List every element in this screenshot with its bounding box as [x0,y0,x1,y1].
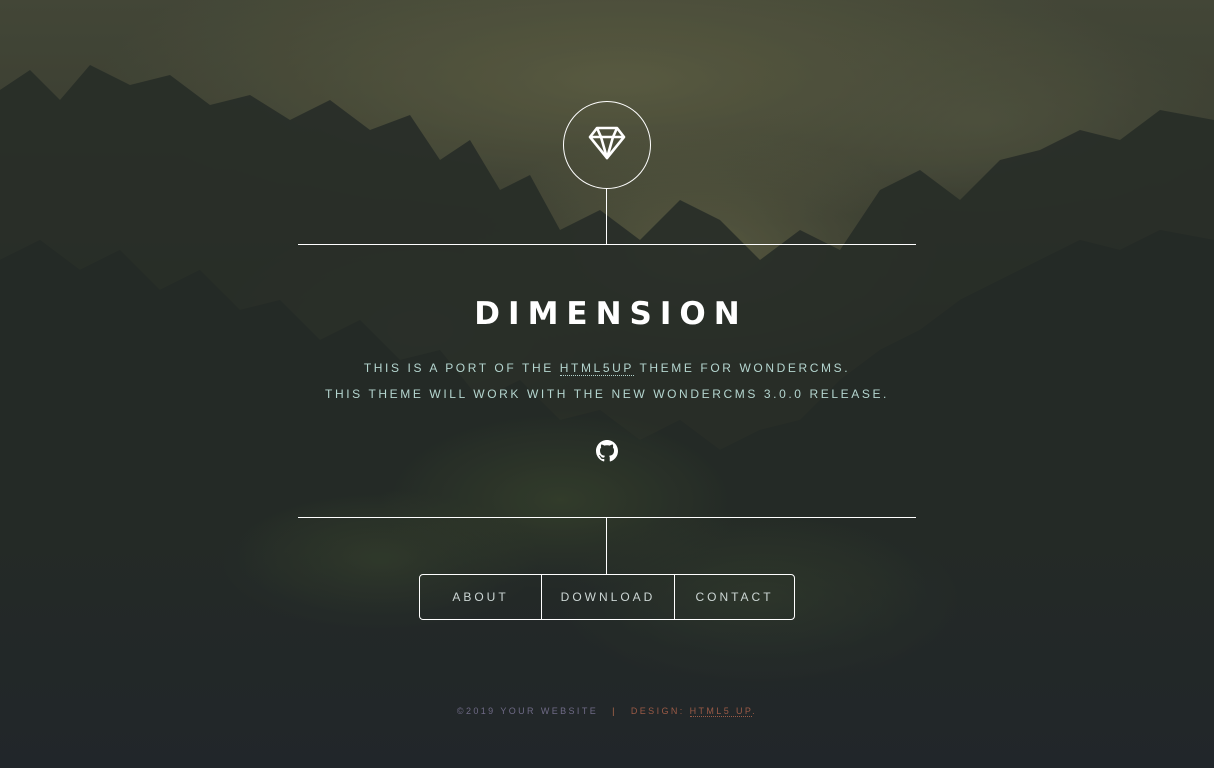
divider-top [298,244,916,245]
design-credit-label: DESIGN: [630,706,690,716]
diamond-icon [588,126,626,165]
html5up-credit-link[interactable]: HTML5 UP [689,706,753,717]
page: DIMENSION THIS IS A PORT OF THE HTML5UP … [0,0,1214,768]
nav-item-contact[interactable]: CONTACT [674,575,794,619]
intro-line-2: THIS THEME WILL WORK WITH THE NEW WONDER… [325,387,889,401]
connector-line-bottom [606,518,607,575]
copyright-text: ©2019 YOUR WEBSITE [456,706,599,716]
site-title: DIMENSION [474,296,748,332]
github-icon[interactable] [596,440,618,462]
main-nav: ABOUT DOWNLOAD CONTACT [419,574,795,620]
footer: ©2019 YOUR WEBSITE | DESIGN: HTML5 UP. [456,706,758,717]
logo [563,101,651,189]
nav-item-about[interactable]: ABOUT [420,575,541,619]
footer-separator: | [612,706,617,716]
divider-bottom [298,517,916,518]
html5up-link[interactable]: HTML5UP [559,361,634,376]
nav-item-download[interactable]: DOWNLOAD [541,575,674,619]
connector-line-top [606,188,607,245]
intro-line-1: THIS IS A PORT OF THE HTML5UP THEME FOR … [363,361,851,376]
